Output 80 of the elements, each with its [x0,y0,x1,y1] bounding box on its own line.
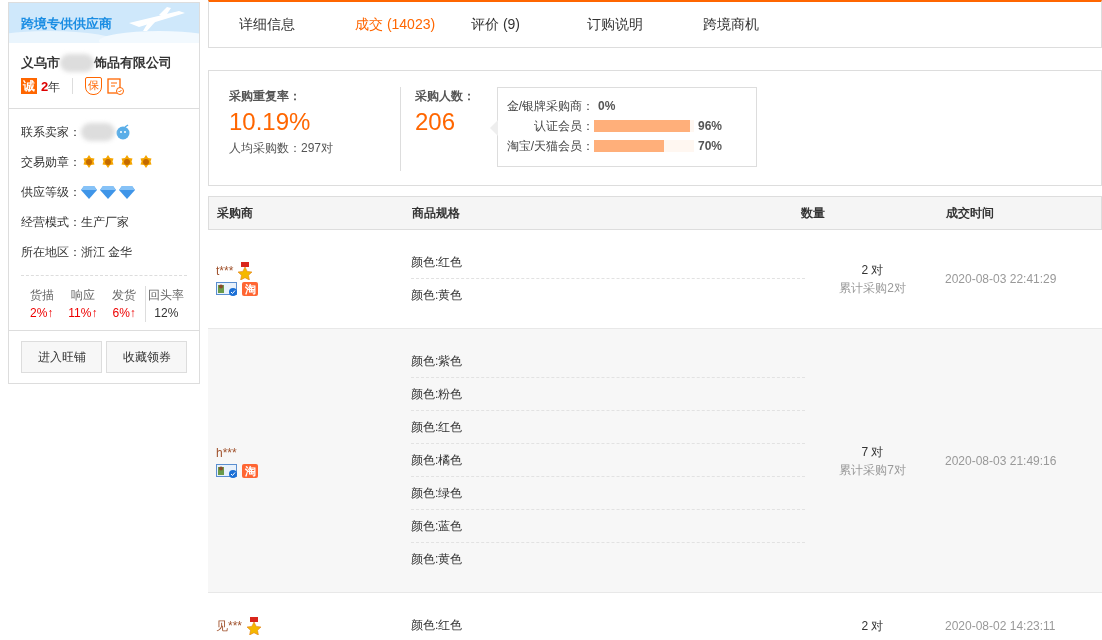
stat-label: 采购人数： [415,88,476,105]
company-name: 饰品有限公司 [94,54,172,72]
breakdown-reading: 70% [698,138,723,155]
diamond-icon [119,185,135,199]
quantity: 2 对 [860,617,885,635]
certified-badge: 诚 [21,78,37,95]
buyer-name: t*** [216,263,234,280]
tab[interactable]: 详细信息 [223,2,339,46]
rating-label: 响应 [69,287,96,304]
spec-text: 颜色:红色 [411,411,805,444]
shop-button[interactable]: 收藏领券 [106,341,187,373]
info-label: 交易勋章： [21,154,81,171]
info-value: 生产厂家 [81,214,129,231]
quantity: 2 对 [860,262,885,279]
spec-text: 颜色:粉色 [411,378,805,411]
id-card-icon [216,282,238,296]
spec-text: 颜色:绿色 [411,477,805,510]
rating-value: 11%↑ [67,305,99,322]
membership-years: 2年 [41,77,61,96]
column-header: 数量 [801,205,826,222]
deal-time: 2020-08-03 22:41:29 [945,272,1057,286]
taobao-badge: 淘 [242,463,258,478]
tab[interactable]: 评价 (9) [455,2,571,46]
document-check-icon [106,77,125,96]
spec-text: 颜色:黄色 [411,287,464,304]
buyer-name: h*** [216,444,237,462]
tab[interactable]: 跨境商机 [687,2,803,46]
stat-label: 采购重复率： [229,88,302,105]
breakdown-reading: 96% [698,118,723,135]
deal-time: 2020-08-02 14:23:11 [945,618,1056,633]
spec-text: 颜色:橘色 [411,444,805,477]
deal-time: 2020-08-03 21:49:16 [945,453,1057,468]
info-label: 所在地区： [21,244,81,261]
cumulative-total: 累计采购7对 [838,461,907,479]
spec-text: 颜色:紫色 [411,345,805,378]
diamond-icon [100,185,116,199]
spec-text: 颜色:黄色 [411,551,464,568]
medal-icon [81,154,97,170]
spec-text: 颜色:红色 [411,246,805,279]
column-header: 商品规格 [411,205,461,222]
blurred-text [60,53,94,72]
medal-icon [138,154,154,170]
banner-title: 跨境专供供应商 [20,15,112,33]
taobao-badge: 淘 [242,282,258,296]
medal-star-icon [237,262,254,280]
rating-value: 6%↑ [111,305,137,322]
stat-value: 206 [415,107,457,137]
info-label: 供应等级： [21,184,81,201]
shop-button[interactable]: 进入旺铺 [21,341,102,373]
tab[interactable]: 订购说明 [571,2,687,46]
rating-label: 货描 [28,287,55,304]
id-card-icon [216,463,238,478]
company-name: 义乌市 [21,54,60,72]
breakdown-label: 金/银牌采购商： [506,98,594,115]
column-header: 采购商 [216,205,254,222]
chat-bubble-icon [115,124,131,140]
rating-value: 12% [153,305,180,322]
breakdown-reading: 0% [598,98,616,115]
info-label: 经营模式： [21,214,81,231]
quantity: 7 对 [860,443,885,461]
guarantee-badge: 保 [85,77,103,96]
rating-label: 发货 [111,287,138,304]
diamond-icon [81,185,97,199]
blurred-text [81,123,115,141]
medal-icon [119,154,135,170]
rating-label: 回头率 [147,287,186,304]
stat-value: 10.19% [229,107,312,137]
info-value: 浙江 金华 [81,244,133,261]
column-header: 成交时间 [946,205,995,222]
cumulative-total: 累计采购2对 [838,280,907,297]
buyer-name: 见*** [216,617,242,635]
info-label: 联系卖家： [21,124,81,141]
stat-note: 人均采购数：297对 [229,140,335,157]
rating-value: 2%↑ [28,305,55,322]
spec-text: 颜色:红色 [411,617,464,634]
breakdown-label: 认证会员： [533,118,594,135]
medal-icon [100,154,116,170]
spec-text: 颜色:蓝色 [411,510,805,543]
medal-star-icon [246,616,262,635]
breakdown-label: 淘宝/天猫会员： [506,138,594,155]
